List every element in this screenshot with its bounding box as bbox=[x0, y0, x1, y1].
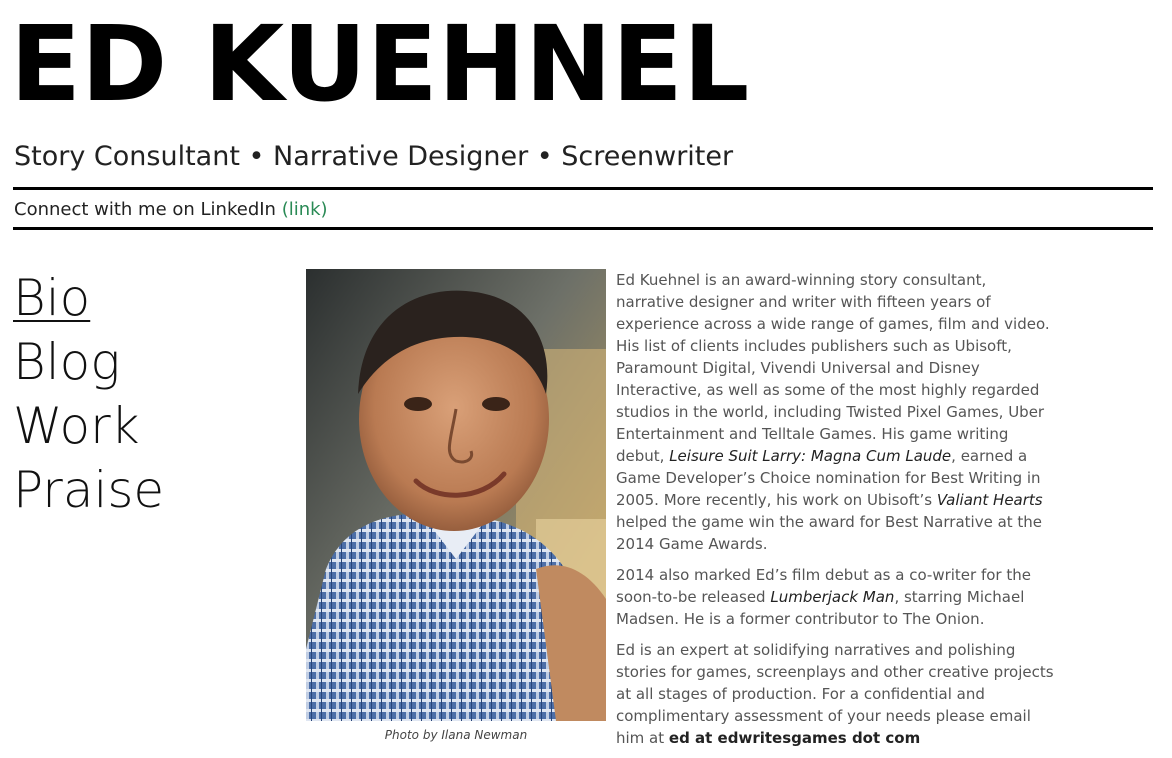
site-subtitle: Story Consultant • Narrative Designer • … bbox=[14, 141, 734, 172]
nav-item-bio[interactable]: Bio bbox=[13, 266, 164, 330]
main-nav: Bio Blog Work Praise bbox=[13, 266, 164, 522]
bio-paragraph-3: Ed is an expert at solidifying narrative… bbox=[616, 639, 1056, 749]
header-divider-top bbox=[13, 187, 1153, 190]
nav-item-work[interactable]: Work bbox=[13, 394, 164, 458]
bio-paragraph-2: 2014 also marked Ed’s film debut as a co… bbox=[616, 564, 1056, 630]
linkedin-text: Connect with me on LinkedIn bbox=[14, 199, 282, 220]
contact-email: ed at edwritesgames dot com bbox=[668, 729, 921, 747]
bio-text-run: Ed Kuehnel is an award-winning story con… bbox=[616, 271, 1050, 465]
game-title: Valiant Hearts bbox=[936, 491, 1043, 509]
nav-item-blog[interactable]: Blog bbox=[13, 330, 164, 394]
site-title: ED KUEHNEL bbox=[10, 3, 750, 125]
bio-paragraph-1: Ed Kuehnel is an award-winning story con… bbox=[616, 269, 1056, 555]
photo-caption: Photo by Ilana Newman bbox=[384, 728, 528, 742]
portrait-photo bbox=[306, 269, 606, 721]
nav-item-praise[interactable]: Praise bbox=[13, 458, 164, 522]
linkedin-link[interactable]: (link) bbox=[282, 199, 328, 220]
game-title: Leisure Suit Larry: Magna Cum Laude bbox=[669, 447, 952, 465]
bio-text-run: helped the game win the award for Best N… bbox=[616, 513, 1043, 553]
film-title: Lumberjack Man bbox=[770, 588, 895, 606]
linkedin-connect: Connect with me on LinkedIn (link) bbox=[14, 198, 328, 222]
bio-text: Ed Kuehnel is an award-winning story con… bbox=[616, 269, 1056, 758]
header-divider-bottom bbox=[13, 227, 1153, 230]
